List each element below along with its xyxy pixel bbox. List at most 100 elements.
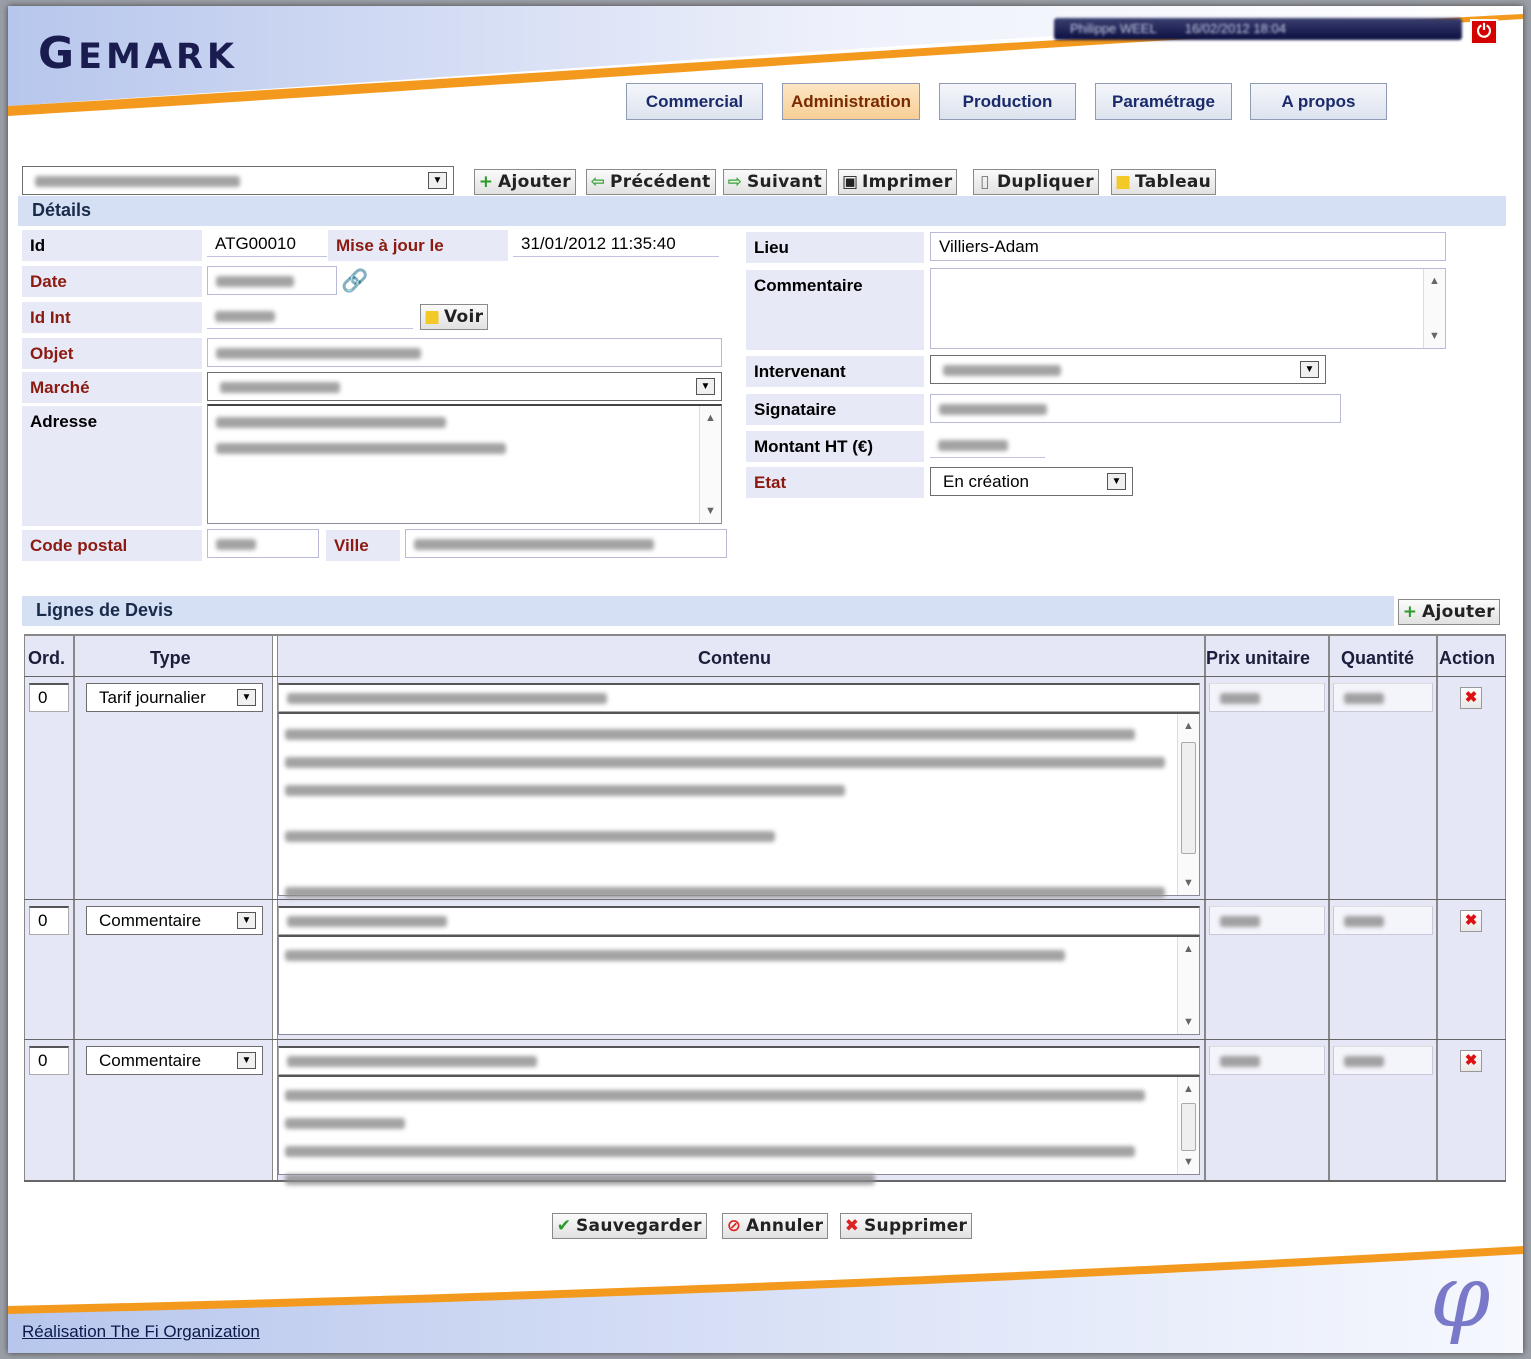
tab-parametrage[interactable]: Paramétrage bbox=[1095, 83, 1232, 120]
cancel-button[interactable]: ⊘ Annuler bbox=[722, 1213, 829, 1239]
header-contenu: Contenu bbox=[698, 648, 771, 668]
record-select[interactable]: ▼ bbox=[22, 166, 454, 195]
adresse-textarea[interactable]: ▲ ▼ bbox=[207, 404, 722, 524]
credit-link[interactable]: Réalisation The Fi Organization bbox=[22, 1322, 260, 1342]
scroll-up-icon: ▲ bbox=[705, 412, 716, 424]
updated-value: 31/01/2012 11:35:40 bbox=[513, 232, 719, 257]
intervenant-select[interactable]: ▼ bbox=[930, 355, 1326, 384]
arrow-right-icon: ⇨ bbox=[727, 172, 743, 192]
signataire-field[interactable] bbox=[930, 394, 1341, 423]
updated-label: Mise à jour le bbox=[328, 230, 508, 261]
check-icon: ✔ bbox=[556, 1216, 572, 1236]
ville-label: Ville bbox=[326, 530, 400, 561]
idint-value bbox=[207, 304, 413, 329]
row2-title-input[interactable] bbox=[278, 906, 1200, 935]
etat-label: Etat bbox=[746, 467, 924, 498]
add-line-button[interactable]: + Ajouter bbox=[1398, 599, 1500, 625]
add-button[interactable]: + Ajouter bbox=[474, 169, 576, 195]
row1-type-select[interactable]: Tarif journalier ▼ bbox=[86, 683, 263, 712]
voir-button[interactable]: ■ Voir bbox=[420, 304, 489, 330]
lieu-field[interactable]: Villiers-Adam bbox=[930, 232, 1446, 261]
row3-title-input[interactable] bbox=[278, 1046, 1200, 1075]
tab-administration[interactable]: Administration bbox=[782, 83, 920, 120]
objet-label: Objet bbox=[22, 338, 202, 369]
printer-icon: ▣ bbox=[842, 172, 859, 192]
id-value: ATG00010 bbox=[207, 232, 327, 257]
objet-field[interactable] bbox=[207, 338, 722, 367]
ville-field[interactable] bbox=[405, 529, 727, 558]
row2-content-textarea[interactable]: ▲ ▼ bbox=[278, 935, 1200, 1035]
chevron-down-icon: ▼ bbox=[1107, 473, 1126, 490]
intervenant-label: Intervenant bbox=[746, 356, 924, 387]
scroll-down-icon: ▼ bbox=[1183, 1016, 1194, 1028]
tab-a-propos[interactable]: A propos bbox=[1250, 83, 1387, 120]
idint-label: Id Int bbox=[22, 302, 202, 333]
row3-delete-icon[interactable]: ✖ bbox=[1460, 1050, 1482, 1072]
chevron-down-icon: ▼ bbox=[696, 378, 715, 395]
row1-title-input[interactable] bbox=[278, 683, 1200, 712]
app-window: GEMARK Philippe WEEL 16/02/2012 18:04 ⏻ C… bbox=[8, 6, 1523, 1353]
signataire-label: Signataire bbox=[746, 394, 924, 425]
scroll-up-icon: ▲ bbox=[1183, 720, 1194, 732]
table-button[interactable]: ■ Tableau bbox=[1111, 169, 1217, 195]
app-logo: GEMARK bbox=[38, 28, 239, 79]
row3-ord[interactable]: 0 bbox=[29, 1046, 69, 1075]
header-type: Type bbox=[150, 648, 191, 668]
scrollbar[interactable]: ▲ ▼ bbox=[1423, 269, 1445, 348]
tab-production[interactable]: Production bbox=[939, 83, 1076, 120]
col-action bbox=[1437, 636, 1506, 1180]
scroll-up-icon: ▲ bbox=[1183, 1083, 1194, 1095]
row3-price[interactable] bbox=[1209, 1046, 1325, 1075]
logout-power-icon[interactable]: ⏻ bbox=[1470, 19, 1498, 45]
delete-button[interactable]: ✖ Supprimer bbox=[840, 1213, 973, 1239]
header-ord: Ord. bbox=[28, 648, 66, 668]
row1-price[interactable] bbox=[1209, 683, 1325, 712]
row3-qty[interactable] bbox=[1333, 1046, 1433, 1075]
chevron-down-icon: ▼ bbox=[1300, 361, 1319, 378]
row2-delete-icon[interactable]: ✖ bbox=[1460, 910, 1482, 932]
chevron-down-icon: ▼ bbox=[237, 689, 256, 706]
print-button[interactable]: ▣ Imprimer bbox=[838, 169, 958, 195]
row1-delete-icon[interactable]: ✖ bbox=[1460, 687, 1482, 709]
etat-select[interactable]: En création ▼ bbox=[930, 467, 1133, 496]
save-button[interactable]: ✔ Sauvegarder bbox=[552, 1213, 707, 1239]
row2-qty[interactable] bbox=[1333, 906, 1433, 935]
scrollbar[interactable]: ▲ ▼ bbox=[1177, 1077, 1199, 1174]
row3-content-textarea[interactable]: ▲ ▼ bbox=[278, 1075, 1200, 1186]
lines-section-header: Lignes de Devis bbox=[22, 596, 1394, 626]
document-icon: ▯ bbox=[980, 172, 990, 192]
scroll-up-icon: ▲ bbox=[1429, 275, 1440, 287]
id-label: Id bbox=[22, 230, 202, 261]
previous-button[interactable]: ⇦ Précédent bbox=[586, 169, 716, 195]
code-postal-field[interactable] bbox=[207, 529, 319, 558]
scrollbar[interactable]: ▲ ▼ bbox=[699, 406, 721, 523]
scrollbar[interactable]: ▲ ▼ bbox=[1177, 937, 1199, 1034]
fi-logo: φ bbox=[1430, 1247, 1491, 1347]
calendar-link-icon[interactable]: 🔗 bbox=[341, 268, 368, 294]
note-icon: ■ bbox=[424, 307, 441, 327]
details-section-header: Détails bbox=[18, 196, 1506, 226]
scroll-down-icon: ▼ bbox=[1429, 330, 1440, 342]
date-field[interactable] bbox=[207, 266, 337, 295]
arrow-left-icon: ⇦ bbox=[590, 172, 606, 192]
next-button[interactable]: ⇨ Suivant bbox=[723, 169, 828, 195]
chevron-down-icon: ▼ bbox=[237, 1052, 256, 1069]
row2-type-select[interactable]: Commentaire ▼ bbox=[86, 906, 263, 935]
tab-commercial[interactable]: Commercial bbox=[626, 83, 763, 120]
scrollbar[interactable]: ▲ ▼ bbox=[1177, 714, 1199, 895]
row1-content-textarea[interactable]: ▲ ▼ bbox=[278, 712, 1200, 955]
duplicate-button[interactable]: ▯ Dupliquer bbox=[973, 169, 1099, 195]
header-prix: Prix unitaire bbox=[1206, 648, 1311, 668]
row2-price[interactable] bbox=[1209, 906, 1325, 935]
lines-table: Ord. Type Contenu Prix unitaire Quantité… bbox=[24, 634, 1506, 1186]
montant-label: Montant HT (€) bbox=[746, 431, 924, 462]
row2-ord[interactable]: 0 bbox=[29, 906, 69, 935]
commentaire-textarea[interactable]: ▲ ▼ bbox=[930, 268, 1446, 349]
row1-qty[interactable] bbox=[1333, 683, 1433, 712]
row3-type-select[interactable]: Commentaire ▼ bbox=[86, 1046, 263, 1075]
scroll-down-icon: ▼ bbox=[1183, 877, 1194, 889]
marche-select[interactable]: ▼ bbox=[207, 372, 722, 401]
row1-ord[interactable]: 0 bbox=[29, 683, 69, 712]
delete-x-icon: ✖ bbox=[844, 1216, 860, 1236]
scroll-down-icon: ▼ bbox=[1183, 1156, 1194, 1168]
